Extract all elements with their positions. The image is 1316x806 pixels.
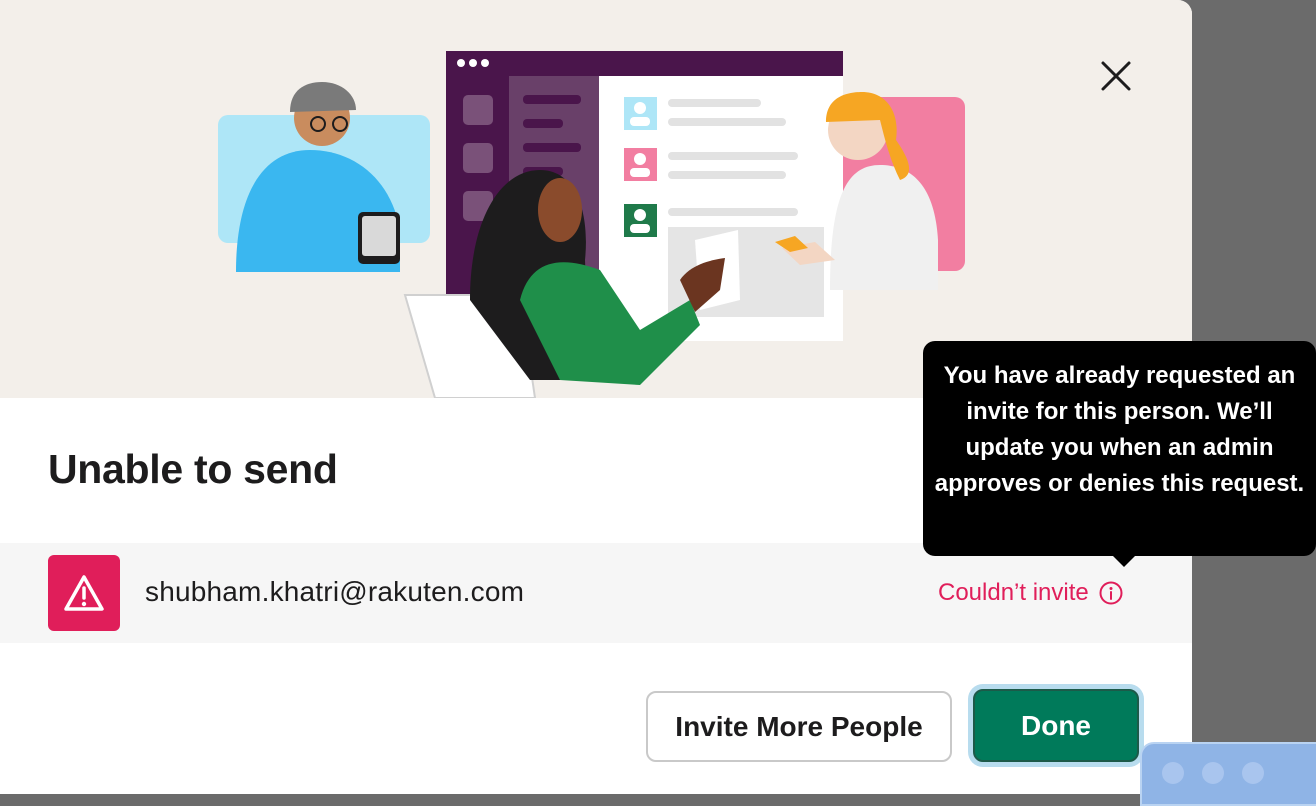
invitee-email: shubham.khatri@rakuten.com <box>145 576 525 607</box>
info-circle-icon[interactable] <box>1098 580 1124 606</box>
warning-badge <box>48 555 120 631</box>
status-label: Couldn’t invite <box>938 579 1089 606</box>
dock-dot <box>1202 762 1224 784</box>
collaboration-illustration <box>218 51 965 398</box>
close-button[interactable] <box>1094 54 1138 98</box>
tooltip-arrow <box>1112 555 1136 567</box>
invite-more-people-button[interactable]: Invite More People <box>646 691 952 762</box>
status-tooltip: You have already requested an invite for… <box>923 341 1316 556</box>
invite-result-row: shubham.khatri@rakuten.com Couldn’t invi… <box>0 543 1192 643</box>
couldnt-invite-status[interactable]: Couldn’t invite <box>938 579 1124 607</box>
window-dock-bar <box>1140 742 1316 806</box>
tooltip-text: You have already requested an invite for… <box>934 362 1305 497</box>
dock-dot <box>1242 762 1264 784</box>
close-icon <box>1101 61 1131 91</box>
hero-illustration <box>0 0 1192 398</box>
dialog-title: Unable to send <box>48 446 338 492</box>
warning-triangle-icon <box>64 575 104 611</box>
done-button[interactable]: Done <box>973 689 1139 762</box>
dock-dot <box>1162 762 1184 784</box>
